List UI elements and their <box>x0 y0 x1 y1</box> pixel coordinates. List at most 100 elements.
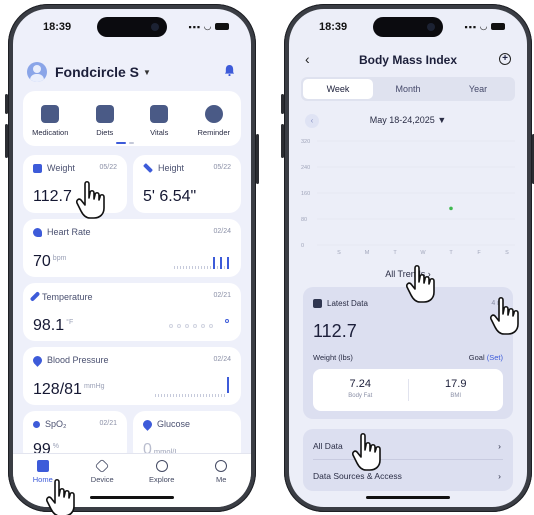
blood-pressure-card[interactable]: Blood Pressure 02/24 128/81 mmHg <box>23 347 241 405</box>
quick-action-reminder[interactable]: Reminder <box>189 104 239 137</box>
height-value: 5' 6.54" <box>143 188 197 205</box>
bmi-stat: 17.9 BMI <box>445 378 467 399</box>
pointer-hand-icon <box>352 432 381 471</box>
y-tick-label: 240 <box>301 165 310 171</box>
data-point[interactable] <box>449 206 453 211</box>
x-tick-label: W <box>420 250 426 256</box>
user-name[interactable]: Fondcircle S <box>55 64 139 80</box>
home-indicator <box>366 496 450 499</box>
quick-action-medication[interactable]: Medication <box>25 104 75 137</box>
bmi-chart: 0 80 160 240 320 S M T W T F S <box>301 139 515 256</box>
reminder-icon <box>204 104 223 123</box>
temperature-value: 98.1 <box>33 317 65 334</box>
goal-label: Goal (Set) <box>468 353 503 362</box>
me-icon <box>215 460 228 472</box>
page-indicator <box>129 142 134 144</box>
y-tick-label: 80 <box>301 217 307 223</box>
thermometer-icon <box>29 291 41 302</box>
ruler-icon <box>143 163 153 173</box>
blood-pressure-sparkline <box>155 377 229 397</box>
date-range-picker[interactable]: May 18-24,2025 ▼ <box>301 115 515 125</box>
pointer-hand-icon <box>406 264 435 303</box>
vitals-icon <box>150 104 169 123</box>
status-time: 18:39 <box>43 21 72 33</box>
signal-icon: ▪▪▪ <box>188 21 202 32</box>
latest-weight-value: 112.7 <box>313 321 357 341</box>
caret-down-icon[interactable]: ▼ <box>437 115 446 125</box>
quick-action-diets[interactable]: Diets <box>80 104 130 137</box>
add-icon[interactable]: + <box>499 53 511 65</box>
heart-rate-sparkline <box>174 255 229 269</box>
home-indicator <box>90 496 174 499</box>
latest-data-card[interactable]: Latest Data 4 m 112.7 Weight (lbs) Goal … <box>303 287 513 419</box>
wifi-icon: ◡ <box>480 21 488 31</box>
status-bar: 18:39 ▪▪▪ ◡ <box>289 9 527 43</box>
temperature-sparkline <box>169 319 229 333</box>
pointer-hand-icon <box>46 478 75 515</box>
quick-actions: Medication Diets Vitals Reminder <box>23 91 241 146</box>
x-tick-label: S <box>337 250 341 256</box>
weight-unit-label: Weight (lbs) <box>313 353 353 362</box>
x-tick-label: S <box>505 250 509 256</box>
dynamic-island <box>373 17 443 37</box>
bell-icon[interactable] <box>224 64 235 76</box>
temperature-card[interactable]: Temperature 02/21 98.1 °F <box>23 283 241 341</box>
user-switcher[interactable]: Fondcircle S ▼ <box>27 61 237 83</box>
home-screen: 18:39 ▪▪▪ ◡ Fondcircle S ▼ Medication Di… <box>13 9 251 507</box>
all-data-row[interactable]: All Data › <box>313 433 503 459</box>
home-icon <box>36 460 49 472</box>
segment-month[interactable]: Month <box>373 79 443 99</box>
tab-me[interactable]: Me <box>196 460 246 507</box>
x-tick-label: T <box>449 250 453 256</box>
phone-home-screen: 18:39 ▪▪▪ ◡ Fondcircle S ▼ Medication Di… <box>5 4 259 512</box>
medication-icon <box>41 104 60 123</box>
tab-device[interactable]: Device <box>77 458 127 507</box>
x-tick-label: T <box>393 250 397 256</box>
set-goal-link[interactable]: (Set) <box>487 353 503 362</box>
status-time: 18:39 <box>319 21 348 33</box>
heart-rate-value: 70 <box>33 253 51 270</box>
quick-action-vitals[interactable]: Vitals <box>134 104 184 137</box>
scale-icon <box>33 163 42 173</box>
x-tick-label: F <box>477 250 481 256</box>
device-icon <box>95 458 110 474</box>
period-selector: Week Month Year <box>301 77 515 101</box>
glucose-drop-icon <box>141 417 154 431</box>
data-sources-row[interactable]: Data Sources & Access › <box>313 463 503 489</box>
status-icons: ▪▪▪ ◡ <box>188 21 229 32</box>
date-range-row: ‹ May 18-24,2025 ▼ <box>301 113 515 129</box>
chevron-right-icon[interactable]: › <box>498 463 501 489</box>
segment-week[interactable]: Week <box>303 79 373 99</box>
y-tick-label: 0 <box>301 243 304 249</box>
status-icons: ▪▪▪ ◡ <box>465 21 505 32</box>
y-tick-label: 160 <box>301 191 310 197</box>
page-indicator-active <box>116 142 126 144</box>
segment-year[interactable]: Year <box>443 79 513 99</box>
battery-icon <box>215 23 229 30</box>
height-card[interactable]: Height 05/22 5' 6.54" <box>133 155 241 213</box>
wifi-icon: ◡ <box>204 21 212 31</box>
explore-icon <box>155 460 168 472</box>
phone-bmi-screen: 18:39 ▪▪▪ ◡ ‹ Body Mass Index + Week Mon… <box>281 4 534 512</box>
bmi-screen: 18:39 ▪▪▪ ◡ ‹ Body Mass Index + Week Mon… <box>289 9 527 507</box>
oxygen-icon <box>33 420 40 428</box>
blood-pressure-value: 128/81 <box>33 381 82 398</box>
caret-down-icon[interactable]: ▼ <box>143 68 151 77</box>
y-tick-label: 320 <box>301 139 310 145</box>
body-stats: 7.24 Body Fat 17.9 BMI <box>313 369 503 411</box>
chevron-right-icon[interactable]: › <box>498 433 501 459</box>
status-bar: 18:39 ▪▪▪ ◡ <box>13 9 251 43</box>
dynamic-island <box>97 17 167 37</box>
heart-icon <box>33 227 42 237</box>
data-links-card: All Data › Data Sources & Access › <box>303 429 513 491</box>
pointer-hand-icon <box>76 180 105 219</box>
heart-rate-card[interactable]: Heart Rate 02/24 70 bpm <box>23 219 241 277</box>
body-fat-stat: 7.24 Body Fat <box>348 378 373 399</box>
battery-icon <box>491 23 505 30</box>
avatar[interactable] <box>27 62 47 82</box>
pointer-hand-icon <box>490 296 519 335</box>
blood-drop-icon <box>31 353 44 367</box>
page-title: Body Mass Index <box>358 53 458 67</box>
tab-explore[interactable]: Explore <box>137 460 187 507</box>
scale-icon <box>313 299 322 308</box>
